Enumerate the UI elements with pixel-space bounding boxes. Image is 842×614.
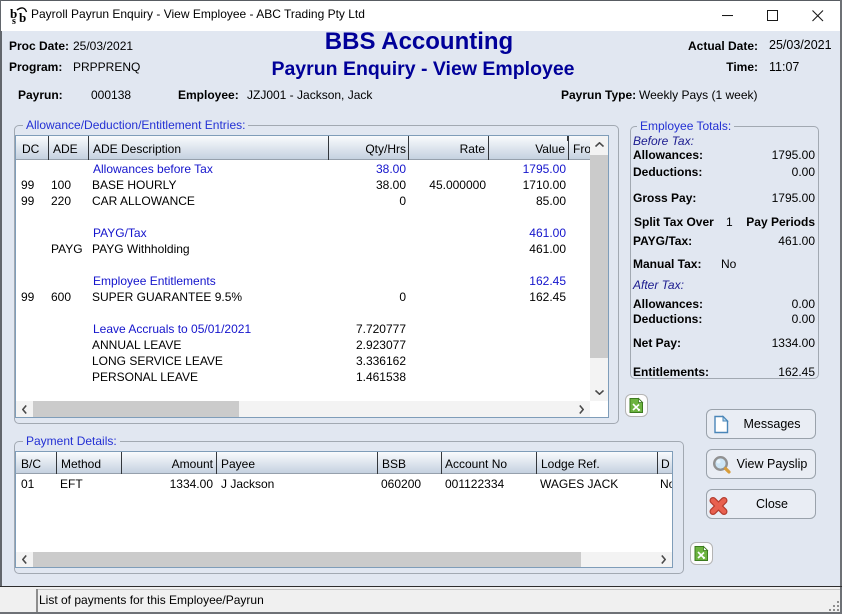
svg-text:s: s [12, 16, 16, 25]
svg-text:b: b [19, 10, 26, 25]
